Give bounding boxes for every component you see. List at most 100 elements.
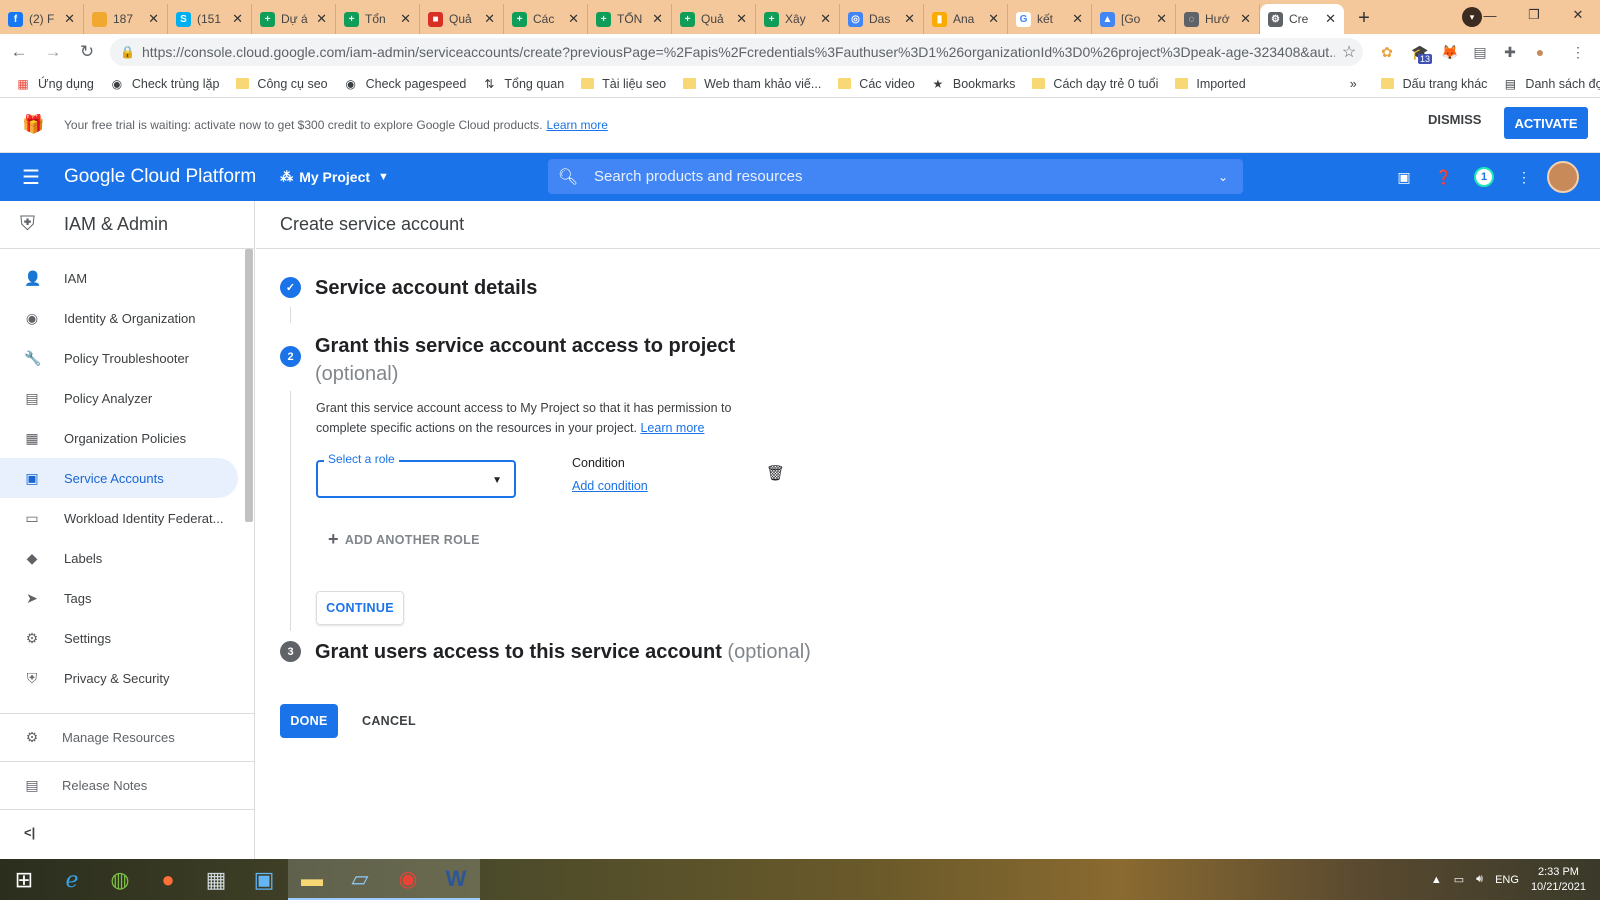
- bookmark-item[interactable]: Công cụ seo: [235, 77, 328, 91]
- sidebar-item[interactable]: ▦ Organization Policies: [0, 418, 247, 458]
- calculator-icon[interactable]: ▦: [192, 859, 240, 900]
- firefox-icon[interactable]: ●: [144, 859, 192, 900]
- url-text[interactable]: https://console.cloud.google.com/iam-adm…: [142, 44, 1335, 60]
- maximize-icon[interactable]: ❐: [1512, 0, 1556, 30]
- step-3[interactable]: 3 Grant users access to this service acc…: [280, 641, 811, 664]
- tab-close-icon[interactable]: ✕: [736, 11, 747, 27]
- step-2-learn-more-link[interactable]: Learn more: [640, 421, 704, 435]
- chevron-down-icon[interactable]: ⌄: [1203, 170, 1243, 184]
- tab-close-icon[interactable]: ✕: [904, 11, 915, 27]
- help-icon[interactable]: ❓: [1434, 167, 1454, 187]
- forward-arrow-icon[interactable]: →: [38, 37, 68, 67]
- sheet-extension-icon[interactable]: ▤: [1470, 42, 1490, 62]
- network-icon[interactable]: ▭: [1454, 873, 1464, 886]
- add-another-role-button[interactable]: + ADD ANOTHER ROLE: [328, 529, 480, 550]
- tab-close-icon[interactable]: ✕: [316, 11, 327, 27]
- other-bookmarks[interactable]: Dấu trang khác: [1381, 77, 1487, 91]
- bookmark-item[interactable]: Web tham khảo viế...: [682, 77, 821, 91]
- delete-trash-icon[interactable]: 🗑: [766, 464, 785, 482]
- browser-tab[interactable]: ▮ Ana ✕: [924, 4, 1008, 34]
- browser-tab[interactable]: S (151 ✕: [168, 4, 252, 34]
- bookmark-item[interactable]: Cách dạy trẻ 0 tuổi: [1031, 77, 1158, 91]
- lock-icon[interactable]: 🔒: [120, 45, 135, 59]
- minimize-icon[interactable]: —: [1468, 0, 1512, 30]
- browser-tab[interactable]: f (2) F ✕: [0, 4, 84, 34]
- bookmark-item[interactable]: ◉ Check trùng lặp: [110, 77, 220, 91]
- tab-close-icon[interactable]: ✕: [820, 11, 831, 27]
- reading-list[interactable]: ▤ Danh sách đọc: [1503, 77, 1600, 91]
- sidebar-scrollbar[interactable]: [245, 249, 253, 522]
- tab-close-icon[interactable]: ✕: [652, 11, 663, 27]
- browser-tab[interactable]: ⚙ Cre ✕: [1260, 4, 1344, 34]
- bookmark-star-icon[interactable]: ☆: [1335, 42, 1363, 62]
- notifications-badge[interactable]: 1: [1474, 167, 1494, 187]
- bookmark-item[interactable]: Tài liệu seo: [580, 77, 666, 91]
- dismiss-button[interactable]: DISMISS: [1428, 112, 1481, 127]
- sidebar-item[interactable]: ▤ Policy Analyzer: [0, 378, 247, 418]
- tab-close-icon[interactable]: ✕: [400, 11, 411, 27]
- browser-tab[interactable]: ■ Quả ✕: [420, 4, 504, 34]
- done-button[interactable]: DONE: [280, 704, 338, 738]
- project-picker[interactable]: ⁂ My Project ▼: [280, 169, 389, 185]
- word-icon[interactable]: W: [432, 859, 480, 900]
- tray-up-arrow-icon[interactable]: ▲: [1431, 874, 1442, 886]
- continue-button[interactable]: CONTINUE: [316, 591, 404, 625]
- tab-close-icon[interactable]: ✕: [64, 11, 75, 27]
- extension-icon[interactable]: ✿: [1377, 42, 1397, 62]
- collapse-sidebar-icon[interactable]: <|: [24, 825, 35, 840]
- sidebar-item[interactable]: ⛨ Privacy & Security: [0, 658, 247, 698]
- reload-icon[interactable]: ↻: [72, 37, 102, 67]
- step-1[interactable]: ✓ Service account details: [280, 277, 537, 300]
- tab-close-icon[interactable]: ✕: [988, 11, 999, 27]
- browser-tab[interactable]: 187 ✕: [84, 4, 168, 34]
- bookmark-item[interactable]: ⇅ Tổng quan: [482, 77, 564, 91]
- search-bar[interactable]: 🔍︎ Search products and resources ⌄: [548, 159, 1243, 194]
- sidebar-item[interactable]: ▭ Workload Identity Federat...: [0, 498, 247, 538]
- add-condition-link[interactable]: Add condition: [572, 479, 648, 493]
- tab-close-icon[interactable]: ✕: [1156, 11, 1167, 27]
- sidebar-item[interactable]: 👤 IAM: [0, 258, 247, 298]
- language-indicator[interactable]: ENG: [1495, 874, 1519, 886]
- address-bar[interactable]: 🔒 https://console.cloud.google.com/iam-a…: [110, 38, 1363, 66]
- sidebar-item[interactable]: ▣ Service Accounts: [0, 458, 238, 498]
- browser-tab[interactable]: + TỔN ✕: [588, 4, 672, 34]
- tab-close-icon[interactable]: ✕: [1325, 11, 1336, 27]
- tab-close-icon[interactable]: ✕: [148, 11, 159, 27]
- bookmark-item[interactable]: Các video: [837, 77, 915, 91]
- sidebar-item[interactable]: ⚙ Settings: [0, 618, 247, 658]
- tab-close-icon[interactable]: ✕: [1072, 11, 1083, 27]
- sidebar-item[interactable]: ◆ Labels: [0, 538, 247, 578]
- sidebar-item[interactable]: ◉ Identity & Organization: [0, 298, 247, 338]
- bookmarks-overflow-button[interactable]: »: [1350, 77, 1357, 91]
- control-panel-icon[interactable]: ▣: [240, 859, 288, 900]
- sidebar-footer-item[interactable]: ▤ Release Notes: [0, 761, 254, 809]
- browser-tab[interactable]: + Xây ✕: [756, 4, 840, 34]
- sidebar-footer-item[interactable]: ⚙ Manage Resources: [0, 713, 254, 761]
- clock[interactable]: 2:33 PM 10/21/2021: [1531, 865, 1586, 895]
- ccleaner-icon[interactable]: ◍: [96, 859, 144, 900]
- banner-learn-more-link[interactable]: Learn more: [547, 118, 608, 132]
- browser-tab[interactable]: ▲ [Go ✕: [1092, 4, 1176, 34]
- browser-tab[interactable]: ◎ Das ✕: [840, 4, 924, 34]
- tab-close-icon[interactable]: ✕: [1240, 11, 1251, 27]
- new-tab-icon[interactable]: +: [1350, 4, 1378, 32]
- tab-close-icon[interactable]: ✕: [568, 11, 579, 27]
- cloud-shell-icon[interactable]: ▣: [1394, 167, 1414, 187]
- bookmark-item[interactable]: Imported: [1174, 77, 1246, 91]
- sidebar-item[interactable]: 🔧 Policy Troubleshooter: [0, 338, 247, 378]
- browser-tab[interactable]: + Các ✕: [504, 4, 588, 34]
- back-arrow-icon[interactable]: ←: [4, 37, 34, 67]
- bookmark-item[interactable]: ★ Bookmarks: [931, 77, 1016, 91]
- internet-explorer-icon[interactable]: ℯ: [48, 859, 96, 900]
- puzzle-extensions-icon[interactable]: ✚: [1500, 42, 1520, 62]
- profile-avatar-icon[interactable]: ●: [1530, 42, 1550, 62]
- file-explorer-icon[interactable]: ▬: [288, 859, 336, 900]
- gcp-logo-title[interactable]: Google Cloud Platform: [64, 166, 256, 188]
- select-role-dropdown[interactable]: Select a role ▼: [316, 452, 516, 498]
- close-window-icon[interactable]: ✕: [1556, 0, 1600, 30]
- notepad-icon[interactable]: ▱: [336, 859, 384, 900]
- chrome-menu-icon[interactable]: ⋮: [1568, 42, 1588, 62]
- browser-tab[interactable]: + Quả ✕: [672, 4, 756, 34]
- browser-tab[interactable]: ◌ Hướ ✕: [1176, 4, 1260, 34]
- search-input[interactable]: Search products and resources: [588, 168, 1203, 185]
